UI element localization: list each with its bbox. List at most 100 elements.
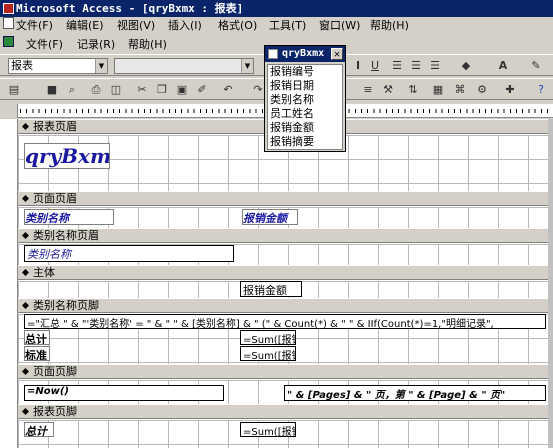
report-title-label[interactable]: qryBxm <box>24 143 110 169</box>
field-item-amount[interactable]: 报销金额 <box>268 121 342 135</box>
field-item-expense-date[interactable]: 报销日期 <box>268 79 342 93</box>
report-footer-area: 总计 =Sum([报销 <box>18 420 548 448</box>
print-preview-icon[interactable]: ◫ <box>108 82 124 98</box>
section-marker-icon <box>22 302 29 309</box>
field-list-items: 报销编号 报销日期 类别名称 员工姓名 报销金额 报销摘要 <box>267 64 343 150</box>
section-title: 页面页眉 <box>33 192 77 205</box>
page-header-category-label[interactable]: 类别名称 <box>24 209 114 225</box>
copy-icon[interactable]: ❐ <box>154 82 170 98</box>
view-icon[interactable]: ▤ <box>6 82 22 98</box>
sorting-grouping-icon[interactable]: ⇅ <box>405 82 421 98</box>
vertical-ruler <box>0 119 18 448</box>
report-design-surface: 报表页眉 qryBxm 页面页眉 类别名称 报销金额 类别名称页眉 类别名称 主… <box>18 119 548 448</box>
menu-tools[interactable]: 工具(T) <box>269 17 306 35</box>
field-item-summary[interactable]: 报销摘要 <box>268 135 342 149</box>
title-bar: Microsoft Access - [qryBxmx : 报表] <box>0 0 553 17</box>
align-left-icon[interactable]: ☰ <box>389 58 405 74</box>
page-header-area: 类别名称 报销金额 <box>18 207 548 228</box>
report-footer-total-expr[interactable]: =Sum([报销 <box>240 422 296 437</box>
menu-format[interactable]: 格式(O) <box>218 17 257 35</box>
section-bar-page-header[interactable]: 页面页眉 <box>18 191 548 206</box>
section-bar-group-footer[interactable]: 类别名称页脚 <box>18 298 548 313</box>
menu2-help[interactable]: 帮助(H) <box>128 36 167 54</box>
field-list-title: qryBxmx <box>282 48 325 59</box>
menu-edit[interactable]: 编辑(E) <box>66 17 104 35</box>
field-item-category[interactable]: 类别名称 <box>268 93 342 107</box>
section-title: 主体 <box>33 266 55 279</box>
undo-icon[interactable]: ↶ <box>220 82 236 98</box>
group-footer-std-label[interactable]: 标准 <box>24 346 50 361</box>
field-list-icon[interactable]: ≡ <box>360 82 376 98</box>
align-center-icon[interactable]: ☰ <box>408 58 424 74</box>
section-marker-icon <box>22 195 29 202</box>
paste-icon[interactable]: ▣ <box>174 82 190 98</box>
underline-icon[interactable]: U <box>367 58 383 74</box>
line-color-icon[interactable]: ✎ <box>528 58 544 74</box>
menu-help[interactable]: 帮助(H) <box>370 17 409 35</box>
menu-view[interactable]: 视图(V) <box>117 17 155 35</box>
search-icon[interactable]: ⌕ <box>64 82 80 98</box>
section-bar-group-header[interactable]: 类别名称页眉 <box>18 228 548 243</box>
page-footer-now-field[interactable]: =Now() <box>24 385 224 401</box>
group-footer-total-label[interactable]: 总计 <box>24 330 50 345</box>
menu-insert[interactable]: 插入(I) <box>168 17 202 35</box>
menu2-file[interactable]: 文件(F) <box>26 36 63 54</box>
section-title: 类别名称页脚 <box>33 299 99 312</box>
ruler-corner[interactable] <box>0 104 18 118</box>
font-name-combo[interactable]: ▼ <box>114 58 254 74</box>
detail-amount-field[interactable]: 报销金额 <box>240 281 302 297</box>
field-item-expense-id[interactable]: 报销编号 <box>268 65 342 79</box>
new-object-icon[interactable]: ✚ <box>502 82 518 98</box>
align-right-icon[interactable]: ☰ <box>427 58 443 74</box>
section-marker-icon <box>22 123 29 130</box>
section-bar-page-footer[interactable]: 页面页脚 <box>18 364 548 379</box>
section-marker-icon <box>22 232 29 239</box>
group-footer-total-expr[interactable]: =Sum([报销 <box>240 330 296 345</box>
save-icon[interactable]: ■ <box>44 82 60 98</box>
section-bar-report-footer[interactable]: 报表页脚 <box>18 404 548 419</box>
format-painter-icon[interactable]: ✐ <box>194 82 210 98</box>
document-icon <box>3 17 14 29</box>
section-title: 报表页眉 <box>33 120 77 133</box>
chevron-down-icon[interactable]: ▼ <box>241 59 253 73</box>
properties-icon[interactable]: ▦ <box>430 82 446 98</box>
section-marker-icon <box>22 269 29 276</box>
cut-icon[interactable]: ✂ <box>134 82 150 98</box>
detail-area: 报销金额 <box>18 281 548 298</box>
close-icon[interactable]: ✕ <box>331 48 343 60</box>
field-list-icon <box>268 49 278 59</box>
field-item-employee[interactable]: 员工姓名 <box>268 107 342 121</box>
field-list-titlebar[interactable]: qryBxmx ✕ <box>265 46 345 62</box>
section-bar-detail[interactable]: 主体 <box>18 265 548 280</box>
section-marker-icon <box>22 408 29 415</box>
italic-icon[interactable]: I <box>350 58 366 74</box>
code-icon[interactable]: ⌘ <box>452 82 468 98</box>
object-selector-combo[interactable]: 报表 ▼ <box>8 58 108 74</box>
group-footer-area: ="汇总 " & "'类别名称' = " & " " & [类别名称] & " … <box>18 314 548 366</box>
access-app-icon <box>3 3 14 14</box>
group-footer-std-expr[interactable]: =Sum([报销 <box>240 346 296 361</box>
build-icon[interactable]: ⚙ <box>474 82 490 98</box>
print-icon[interactable]: ⎙ <box>88 82 104 98</box>
menu-window[interactable]: 窗口(W) <box>319 17 360 35</box>
field-list-window[interactable]: qryBxmx ✕ 报销编号 报销日期 类别名称 员工姓名 报销金额 报销摘要 <box>264 45 346 152</box>
section-title: 类别名称页眉 <box>33 229 99 242</box>
group-header-area: 类别名称 <box>18 244 548 265</box>
font-color-icon[interactable]: A <box>495 58 511 74</box>
database-icon <box>3 36 14 47</box>
section-marker-icon <box>22 368 29 375</box>
toolbox-icon[interactable]: ⚒ <box>380 82 396 98</box>
group-footer-summary-field[interactable]: ="汇总 " & "'类别名称' = " & " " & [类别名称] & " … <box>24 314 546 329</box>
chevron-down-icon[interactable]: ▼ <box>95 59 107 73</box>
fill-color-icon[interactable]: ◆ <box>458 58 474 74</box>
page-header-amount-label[interactable]: 报销金额 <box>242 209 298 225</box>
page-footer-pages-field[interactable]: " & [Pages] & " 页，第 " & [Page] & " 页" <box>284 385 546 401</box>
menu-file[interactable]: 文件(F) <box>16 17 53 35</box>
group-header-category-field[interactable]: 类别名称 <box>24 245 234 262</box>
menu2-records[interactable]: 记录(R) <box>77 36 115 54</box>
page-footer-area: =Now() " & [Pages] & " 页，第 " & [Page] & … <box>18 380 548 406</box>
vertical-scrollbar[interactable] <box>548 119 553 448</box>
object-selector-value: 报表 <box>11 59 33 72</box>
help-icon[interactable]: ? <box>533 82 549 98</box>
report-footer-total-label[interactable]: 总计 <box>24 422 54 437</box>
